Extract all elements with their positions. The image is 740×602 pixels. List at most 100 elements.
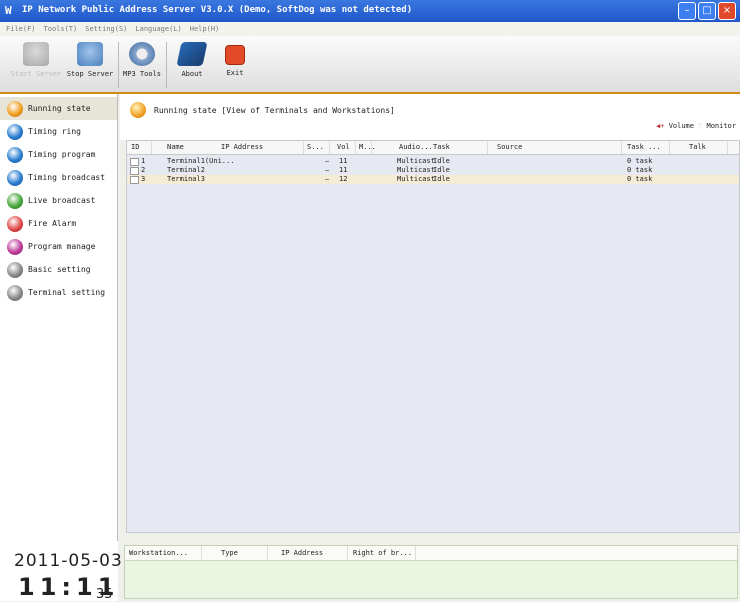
cell-name: Terminal3 [167,175,205,183]
cell-status: — [325,157,330,165]
volume-button[interactable]: ◀+ Volume [656,122,694,130]
column-divider [355,141,356,154]
cell-task: Idle [433,166,450,174]
sidebar-item-live-broadcast[interactable]: Live broadcast [0,189,117,212]
monitor-button[interactable]: ♡ Monitor [698,122,736,130]
start-server-label: Start Server [10,70,62,78]
mp3-tools-button[interactable]: MP3 Tools [122,42,162,88]
terminal-setting-icon [7,285,23,301]
start-server-icon [23,42,49,66]
column-header-task-count[interactable]: Task ... [627,143,661,151]
table-row[interactable]: 1 Terminal1(Uni... — 11 Multicast Idle 0… [127,157,739,166]
column-header-s[interactable]: S... [307,143,324,151]
speaker-icon: ◀+ [656,122,665,130]
stop-server-button[interactable]: Stop Server [66,42,114,88]
column-divider [415,546,416,560]
menu-setting[interactable]: Setting(S) [85,22,127,36]
cell-vol: 11 [339,166,348,174]
toolbar-divider [118,42,119,88]
exit-label: Exit [226,69,244,77]
title-bar: W IP Network Public Address Server V3.0.… [0,0,740,22]
sidebar-item-program-manage[interactable]: Program manage [0,235,117,258]
cell-task-count: 0 task [627,175,653,183]
column-divider [621,141,622,154]
date-display: 2011-05-03 [14,551,123,571]
cell-audio: Multicast [397,166,435,174]
column-divider [151,141,152,154]
row-checkbox[interactable] [130,176,139,184]
column-header-task[interactable]: Task [433,143,450,151]
page-title: Running state [View of Terminals and Wor… [154,106,395,115]
live-broadcast-icon [7,193,23,209]
column-header-id[interactable]: ID [131,143,139,151]
cell-task: Idle [433,175,450,183]
about-button[interactable]: About [172,42,212,88]
column-divider [487,141,488,154]
cell-task: Idle [433,157,450,165]
menu-bar: File(F) Tools(T) Setting(S) Language(L) … [0,22,740,36]
column-divider [329,141,330,154]
cell-name: Terminal2 [167,166,205,174]
sidebar-item-terminal-setting[interactable]: Terminal setting [0,281,117,304]
table-row[interactable]: 3 Terminal3 — 12 Multicast Idle 0 task [127,175,739,184]
sidebar-item-label: Live broadcast [28,196,96,205]
column-header-talk[interactable]: Talk [689,143,706,151]
column-header-name[interactable]: Name [167,143,184,151]
cell-audio: Multicast [397,175,435,183]
sidebar-item-fire-alarm[interactable]: Fire Alarm [0,212,117,235]
menu-file[interactable]: File(F) [6,22,36,36]
sidebar-item-timing-ring[interactable]: Timing ring [0,120,117,143]
exit-button[interactable]: Exit [220,42,250,88]
seconds-display: 35 [96,587,113,602]
cell-name: Terminal1(Uni... [167,157,235,165]
sidebar-item-timing-broadcast[interactable]: Timing broadcast [0,166,117,189]
column-header-workstation[interactable]: Workstation... [129,549,188,557]
column-header-vol[interactable]: Vol [337,143,350,151]
column-header-audio[interactable]: Audio... [399,143,433,151]
minimize-button[interactable]: – [678,2,696,20]
monitor-label: Monitor [706,122,736,130]
sidebar-item-label: Running state [28,104,91,113]
column-divider [303,141,304,154]
workstations-table: Workstation... Type IP Address Right of … [124,545,738,599]
row-checkbox[interactable] [130,158,139,166]
mp3-tools-label: MP3 Tools [123,70,161,78]
workstations-header: Workstation... Type IP Address Right of … [125,546,737,561]
window-controls: – □ × [678,2,736,20]
stop-server-label: Stop Server [66,70,114,78]
menu-tools[interactable]: Tools(T) [44,22,78,36]
menu-help[interactable]: Help(H) [190,22,220,36]
column-header-type[interactable]: Type [221,549,238,557]
cell-status: — [325,166,330,174]
gear-icon [129,42,155,66]
table-row[interactable]: 2 Terminal2 — 11 Multicast Idle 0 task [127,166,739,175]
table-header: ID Name IP Address S... Vol M... Audio..… [127,141,739,155]
app-logo-icon: W [5,4,12,17]
column-header-m[interactable]: M... [359,143,376,151]
column-header-source[interactable]: Source [497,143,522,151]
running-state-icon [130,102,146,118]
start-server-button[interactable]: Start Server [6,42,66,88]
sidebar-item-running-state[interactable]: Running state [0,97,117,120]
about-label: About [181,70,203,78]
monitor-icon: ♡ [698,122,703,130]
column-divider [727,141,728,154]
cell-id: 3 [141,175,146,183]
toolbar-divider [166,42,167,88]
sidebar-item-label: Timing ring [28,127,81,136]
column-header-right[interactable]: Right of br... [353,549,412,557]
toolbar: Start Server Stop Server MP3 Tools About… [0,36,740,94]
row-checkbox[interactable] [130,167,139,175]
column-header-ip[interactable]: IP Address [281,549,323,557]
maximize-button[interactable]: □ [698,2,716,20]
column-divider [371,141,372,154]
column-header-ip[interactable]: IP Address [221,143,263,151]
close-button[interactable]: × [718,2,736,20]
cell-status: — [325,175,330,183]
sidebar-item-label: Basic setting [28,265,91,274]
column-divider [267,546,268,560]
menu-language[interactable]: Language(L) [135,22,181,36]
sidebar-item-basic-setting[interactable]: Basic setting [0,258,117,281]
sidebar-item-label: Timing program [28,150,96,159]
sidebar-item-timing-program[interactable]: Timing program [0,143,117,166]
